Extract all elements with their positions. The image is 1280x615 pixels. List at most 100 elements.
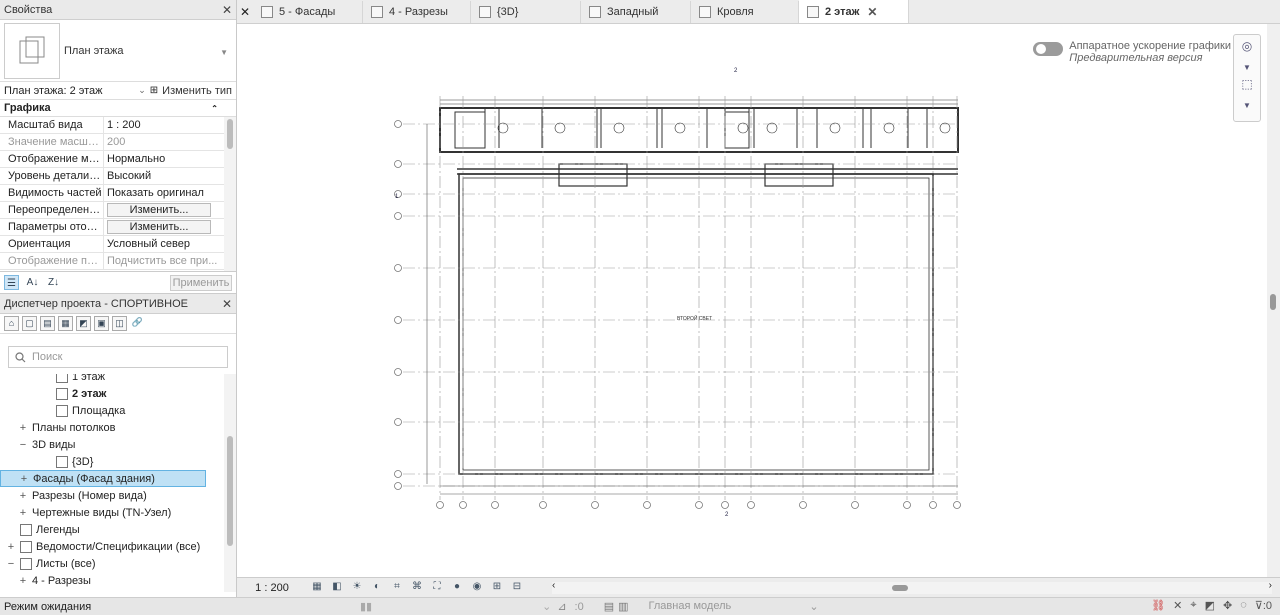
link-icon[interactable]: 🔗 xyxy=(130,316,145,331)
property-row[interactable]: Параметры отобр... Изменить... xyxy=(0,219,224,236)
tree-item[interactable]: +5 - Фасады xyxy=(0,589,222,593)
edit-button[interactable]: Изменить... xyxy=(107,220,211,234)
grid-bubble[interactable] xyxy=(394,470,402,478)
chevron-down-icon[interactable]: ▼ xyxy=(220,48,228,57)
canvas-vertical-scrollbar[interactable] xyxy=(1267,24,1280,577)
property-value[interactable]: Нормально xyxy=(104,151,224,167)
tab-view[interactable]: 4 - Разрезы xyxy=(363,1,471,23)
property-value[interactable]: Условный север xyxy=(104,236,224,252)
grid-bubble[interactable] xyxy=(643,501,651,509)
grid-bubble[interactable] xyxy=(394,160,402,168)
worksets-icon[interactable]: ▮▮ xyxy=(360,600,372,613)
legend-icon[interactable]: ▤ xyxy=(40,316,55,331)
room-tag[interactable] xyxy=(554,122,566,134)
tree-item[interactable]: Легенды xyxy=(0,521,222,538)
chevron-left-icon[interactable]: ‹ xyxy=(552,580,555,591)
tab-view[interactable]: {3D} xyxy=(471,1,581,23)
grid-bubble[interactable] xyxy=(695,501,703,509)
expand-icon[interactable]: + xyxy=(19,473,29,485)
tree-item[interactable]: + Разрезы (Номер вида) xyxy=(0,487,222,504)
analytical-model-icon[interactable]: ⊞ xyxy=(489,581,505,595)
tree-item[interactable]: − Листы (все) xyxy=(0,555,222,572)
chevron-down-icon[interactable]: ▼ xyxy=(1237,63,1257,72)
close-icon[interactable]: ✕ xyxy=(222,297,232,311)
property-row[interactable]: Видимость частей Показать оригинал xyxy=(0,185,224,202)
collapse-icon[interactable]: ⌃ xyxy=(211,104,218,113)
grid-bubble[interactable] xyxy=(394,212,402,220)
grid-bubble[interactable] xyxy=(851,501,859,509)
close-icon[interactable]: ✕ xyxy=(222,3,232,17)
property-row[interactable]: Значение масштаб... 200 xyxy=(0,134,224,151)
drawing-canvas[interactable]: ВТОРОЙ СВЕТ 2 2 1 Аппаратное ускорение г… xyxy=(237,24,1267,577)
property-value[interactable]: 200 xyxy=(104,134,224,150)
steering-wheel-icon[interactable]: ◎ xyxy=(1237,39,1257,57)
sun-path-icon[interactable]: ☀ xyxy=(349,581,365,595)
workset-dropdown-icon[interactable]: ⌄ xyxy=(542,600,551,613)
property-row[interactable]: Ориентация Условный север xyxy=(0,236,224,253)
option-set-icon[interactable]: ▥ xyxy=(618,600,628,613)
design-options-icon[interactable]: ▤ xyxy=(604,600,614,613)
visual-style-icon[interactable]: ◧ xyxy=(329,581,345,595)
grid-bubble[interactable] xyxy=(491,501,499,509)
room-tag[interactable] xyxy=(674,122,686,134)
close-icon[interactable]: ✕ xyxy=(867,5,877,19)
drag-elements-icon[interactable]: ✥ xyxy=(1223,599,1232,612)
sheet-icon[interactable]: ▣ xyxy=(94,316,109,331)
scroll-thumb[interactable] xyxy=(227,436,233,546)
properties-scrollbar[interactable] xyxy=(224,117,236,271)
property-row[interactable]: Отображение мод... Нормально xyxy=(0,151,224,168)
scroll-thumb[interactable] xyxy=(1270,294,1276,310)
property-row[interactable]: Масштаб вида 1 : 200 xyxy=(0,117,224,134)
group-icon[interactable]: ◫ xyxy=(112,316,127,331)
instance-selector[interactable]: План этажа: 2 этаж xyxy=(4,85,103,97)
crop-view-icon[interactable]: ⌗ xyxy=(389,581,405,595)
room-tag[interactable] xyxy=(939,122,951,134)
zoom-region-icon[interactable]: ⬚ xyxy=(1237,77,1257,95)
categorize-icon[interactable]: ☰ xyxy=(4,275,19,290)
tree-item[interactable]: Площадка xyxy=(0,402,222,419)
crop-region-icon[interactable]: ⌘ xyxy=(409,581,425,595)
tree-item[interactable]: + Ведомости/Спецификации (все) xyxy=(0,538,222,555)
property-value[interactable]: Высокий xyxy=(104,168,224,184)
grid-bubble[interactable] xyxy=(394,316,402,324)
family-icon[interactable]: ◩ xyxy=(76,316,91,331)
grid-bubble[interactable] xyxy=(436,501,444,509)
tree-item[interactable]: + Чертежные виды (TN-Узел) xyxy=(0,504,222,521)
property-row[interactable]: Переопределения ... Изменить... xyxy=(0,202,224,219)
hw-acceleration-toggle[interactable] xyxy=(1033,42,1064,56)
select-links-icon[interactable]: ⛓ xyxy=(1151,599,1165,612)
select-underlay-icon[interactable]: ✕ xyxy=(1173,599,1182,612)
room-tag[interactable] xyxy=(737,122,749,134)
scroll-thumb[interactable] xyxy=(227,119,233,149)
chevron-right-icon[interactable]: › xyxy=(1269,580,1272,591)
grid-bubble[interactable] xyxy=(903,501,911,509)
expand-icon[interactable]: + xyxy=(18,490,28,502)
editable-only-icon[interactable]: ⊿ xyxy=(557,600,566,613)
grid-bubble[interactable] xyxy=(394,264,402,272)
constraints-icon[interactable]: ⊟ xyxy=(509,581,525,595)
design-option-select[interactable]: Главная модель ⌄ xyxy=(649,600,819,613)
sort-descending-icon[interactable]: Z↓ xyxy=(46,275,61,290)
apply-button[interactable]: Применить xyxy=(170,275,232,291)
property-value[interactable]: Показать оригинал xyxy=(104,185,224,201)
grid-bubble[interactable] xyxy=(747,501,755,509)
search-input[interactable]: Поиск xyxy=(8,346,228,368)
sort-ascending-icon[interactable]: A↓ xyxy=(25,275,40,290)
property-value[interactable]: Подчистить все при... xyxy=(104,253,224,269)
shadows-icon[interactable]: ◐ xyxy=(369,581,385,595)
floor-plan-drawing[interactable]: ВТОРОЙ СВЕТ 2 2 1 xyxy=(237,24,1267,577)
property-value[interactable]: 1 : 200 xyxy=(104,117,224,133)
property-row[interactable]: Уровень детализа... Высокий xyxy=(0,168,224,185)
tab-view[interactable]: 5 - Фасады xyxy=(253,1,363,23)
grid-bubble[interactable] xyxy=(929,501,937,509)
expand-icon[interactable]: + xyxy=(6,541,16,553)
grid-bubble[interactable] xyxy=(459,501,467,509)
tree-item[interactable]: +4 - Разрезы xyxy=(0,572,222,589)
room-tag[interactable] xyxy=(829,122,841,134)
view-icon[interactable]: ▢ xyxy=(22,316,37,331)
expand-icon[interactable]: − xyxy=(6,558,16,570)
property-row[interactable]: Отображение при... Подчистить все при... xyxy=(0,253,224,270)
expand-icon[interactable]: + xyxy=(18,507,28,519)
room-tag[interactable] xyxy=(766,122,778,134)
expand-icon[interactable]: + xyxy=(18,575,28,587)
